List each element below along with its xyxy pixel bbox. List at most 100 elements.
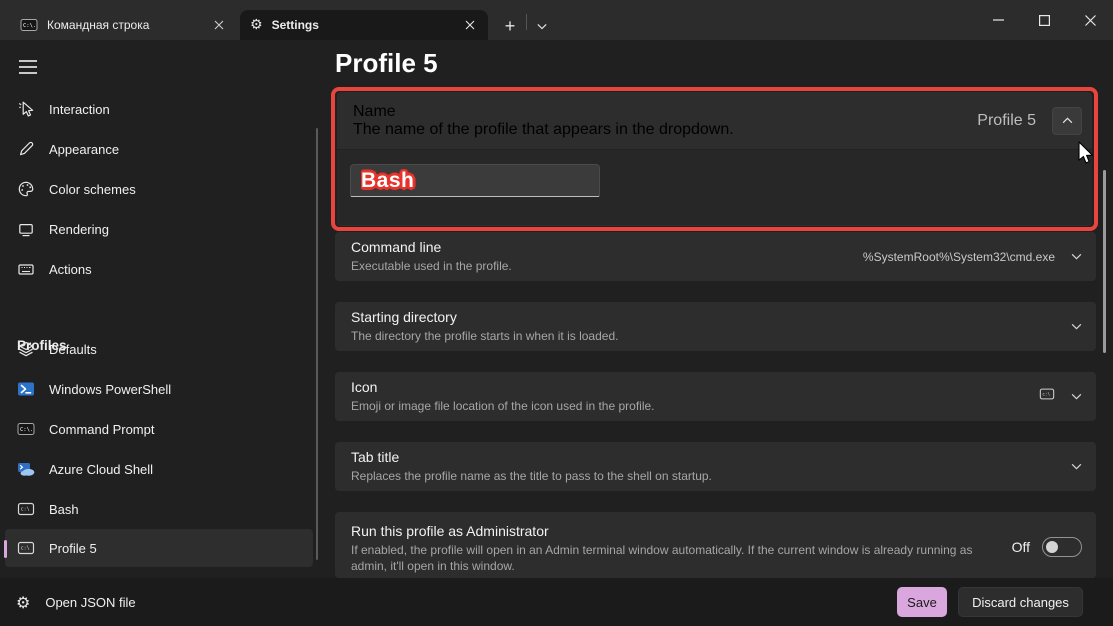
setting-current-value: %SystemRoot%\System32\cmd.exe (863, 250, 1055, 264)
setting-description: The name of the profile that appears in … (353, 121, 961, 139)
palette-icon (17, 180, 35, 198)
minimize-button[interactable] (975, 0, 1021, 40)
setting-card-icon[interactable]: Icon Emoji or image file location of the… (335, 372, 1096, 421)
layers-icon (17, 340, 35, 358)
sidebar-scrollbar[interactable] (316, 128, 318, 560)
profile-name-input[interactable] (350, 164, 600, 197)
sidebar-item-command-prompt[interactable]: C:\. Command Prompt (5, 409, 313, 449)
maximize-button[interactable] (1021, 0, 1067, 40)
setting-title: Command line (351, 239, 847, 255)
setting-card-name: Name The name of the profile that appear… (337, 92, 1092, 226)
setting-title: Starting directory (351, 309, 1055, 325)
tab-command-prompt[interactable]: C:\. Командная строка (10, 10, 237, 40)
chevron-up-icon (1062, 117, 1073, 124)
admin-toggle-switch[interactable] (1042, 537, 1082, 557)
sidebar-item-color-schemes[interactable]: Color schemes (5, 169, 313, 209)
terminal-icon: c:\ (17, 539, 35, 557)
sidebar-item-label: Defaults (49, 342, 97, 357)
toggle-knob (1046, 541, 1058, 553)
svg-text:c:\: c:\ (21, 546, 30, 552)
discard-changes-button[interactable]: Discard changes (958, 587, 1083, 617)
setting-card-run-as-admin: Run this profile as Administrator If ena… (335, 512, 1096, 578)
terminal-icon: c:\ (1039, 386, 1055, 407)
sidebar: Interaction Appearance Color schemes Ren… (0, 40, 330, 578)
sidebar-item-label: Rendering (49, 222, 109, 237)
setting-card-command-line[interactable]: Command line Executable used in the prof… (335, 232, 1096, 281)
sidebar-item-bash[interactable]: c:\ Bash (5, 489, 313, 529)
setting-description: Executable used in the profile. (351, 258, 847, 274)
sidebar-item-label: Azure Cloud Shell (49, 462, 153, 477)
pointer-icon (17, 100, 35, 118)
tab-settings[interactable]: ⚙ Settings (240, 10, 488, 40)
toggle-state-label: Off (1012, 539, 1030, 555)
sidebar-item-label: Bash (49, 502, 79, 517)
gear-icon: ⚙ (250, 17, 263, 33)
setting-card-starting-directory[interactable]: Starting directory The directory the pro… (335, 302, 1096, 351)
sidebar-item-rendering[interactable]: Rendering (5, 209, 313, 249)
monitor-icon (17, 220, 35, 238)
setting-title: Tab title (351, 449, 1055, 465)
cmd-icon: C:\. (17, 420, 35, 438)
powershell-icon (17, 380, 35, 398)
hamburger-icon (19, 60, 37, 74)
setting-current-value: Profile 5 (977, 112, 1036, 130)
collapse-expander-button[interactable] (1052, 107, 1082, 135)
setting-title: Name (353, 103, 961, 121)
sidebar-item-actions[interactable]: Actions (5, 249, 313, 289)
setting-title: Run this profile as Administrator (351, 523, 996, 539)
open-json-label: Open JSON file (45, 595, 135, 610)
sidebar-item-label: Color schemes (49, 182, 136, 197)
main-content: Profile 5 Name The name of the profile t… (330, 40, 1113, 578)
terminal-icon: c:\ (17, 500, 35, 518)
setting-card-tab-title[interactable]: Tab title Replaces the profile name as t… (335, 442, 1096, 491)
chevron-down-icon[interactable] (1071, 253, 1082, 260)
tab-label: Settings (272, 18, 451, 32)
sidebar-item-label: Command Prompt (49, 422, 154, 437)
setting-name-header[interactable]: Name The name of the profile that appear… (337, 92, 1092, 150)
setting-title: Icon (351, 379, 1023, 395)
gear-icon: ⚙ (16, 593, 30, 612)
tab-divider (526, 14, 527, 30)
close-tab-icon[interactable] (209, 15, 229, 35)
sidebar-item-windows-powershell[interactable]: Windows PowerShell (5, 369, 313, 409)
sidebar-item-label: Interaction (49, 102, 110, 117)
sidebar-item-appearance[interactable]: Appearance (5, 129, 313, 169)
cmd-icon: C:\. (20, 16, 38, 34)
open-json-file-button[interactable]: ⚙ Open JSON file (16, 587, 144, 617)
close-tab-icon[interactable] (460, 15, 480, 35)
svg-text:c:\: c:\ (1042, 391, 1050, 397)
tab-label: Командная строка (47, 18, 200, 32)
selected-indicator (4, 540, 7, 558)
tab-dropdown-button[interactable] (529, 12, 555, 40)
svg-text:C:\.: C:\. (20, 427, 33, 433)
page-title: Profile 5 (335, 48, 438, 79)
setting-description: The directory the profile starts in when… (351, 328, 1055, 344)
sidebar-item-azure-cloud-shell[interactable]: Azure Cloud Shell (5, 449, 313, 489)
new-tab-button[interactable]: + (496, 12, 524, 40)
keyboard-icon (17, 260, 35, 278)
chevron-down-icon[interactable] (1071, 323, 1082, 330)
chevron-down-icon[interactable] (1071, 393, 1082, 400)
footer-actions: Save Discard changes (897, 587, 1083, 617)
setting-description: Replaces the profile name as the title t… (351, 468, 1055, 484)
sidebar-item-label: Actions (49, 262, 92, 277)
titlebar: C:\. Командная строка ⚙ Settings + (0, 0, 1113, 40)
setting-description: Emoji or image file location of the icon… (351, 398, 1023, 414)
sidebar-item-profile-5[interactable]: c:\ Profile 5 (5, 529, 313, 567)
save-button[interactable]: Save (897, 587, 947, 617)
sidebar-item-label: Appearance (49, 142, 119, 157)
sidebar-item-label: Profile 5 (49, 541, 97, 556)
main-scrollbar[interactable] (1103, 170, 1106, 353)
window-controls (975, 0, 1113, 40)
pen-icon (17, 140, 35, 158)
sidebar-item-interaction[interactable]: Interaction (5, 89, 313, 129)
chevron-down-icon[interactable] (1071, 463, 1082, 470)
chevron-down-icon (537, 23, 547, 30)
mouse-cursor (1078, 141, 1095, 166)
svg-text:C:\.: C:\. (23, 23, 36, 29)
close-window-button[interactable] (1067, 0, 1113, 40)
hamburger-menu-button[interactable] (12, 52, 44, 82)
sidebar-item-defaults[interactable]: Defaults (5, 329, 313, 369)
setting-name-expanded-area (337, 150, 1092, 225)
app-window: C:\. Командная строка ⚙ Settings + Inter… (0, 0, 1113, 626)
